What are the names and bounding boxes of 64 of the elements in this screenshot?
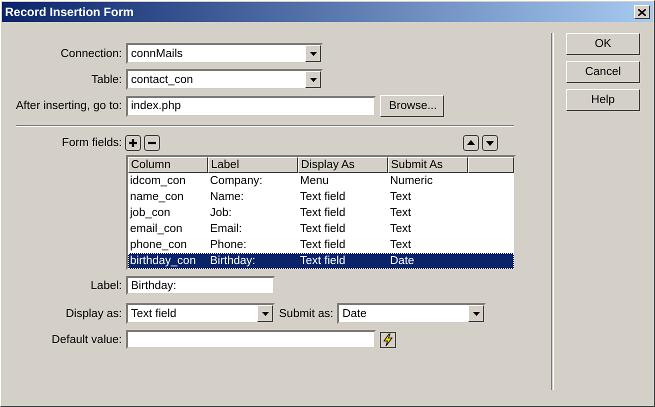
field-label: Table: [90,74,122,86]
table-cell-text: Menu [299,174,330,189]
table-cell-text: Name: [209,190,245,205]
table-cell-text: Job: [209,206,233,221]
table-cell-text: email_con [129,222,184,237]
table-cell-text: Date [389,254,416,269]
table-row[interactable]: name_con Name: Text field Text [128,189,514,205]
table-cell-text: Text field [299,190,346,205]
close-icon [638,8,646,16]
table-cell-text: Text field [299,206,346,221]
table-cell-text: idcom_con [129,174,187,189]
down-triangle-icon [485,138,495,148]
table-cell-text: Text field [299,254,346,269]
table-cell-text: Numeric [389,174,434,189]
table-cell-text: phone_con [129,238,188,253]
dialog-button[interactable]: OK [566,33,640,55]
column-header[interactable]: Submit As [388,157,468,173]
table-cell-text: Phone: [209,238,248,253]
add-button[interactable] [125,135,141,151]
field-label: Label: [90,280,122,292]
plus-icon [128,138,138,148]
table-cell-text: Text [389,190,412,205]
input-field[interactable]: Birthday: [126,276,275,295]
column-header[interactable]: Label [208,157,298,173]
connection-select[interactable]: connMails [126,43,323,64]
close-button[interactable] [634,5,650,19]
input-field[interactable]: index.php [126,96,376,116]
field-label: Form fields: [60,137,122,149]
lightning-icon[interactable] [380,332,396,348]
field-label: Connection: [60,48,122,60]
table-cell-text: Birthday: [209,254,256,269]
remove-button[interactable] [144,135,160,151]
table-cell-text: Text [389,222,412,237]
move-down-button[interactable] [482,135,498,151]
table-row[interactable]: phone_con Phone: Text field Text [128,237,514,253]
dialog-button[interactable]: Cancel [566,61,640,83]
table-cell-text: job_con [128,206,172,221]
table-cell-text: Text field [299,238,346,253]
table-cell-text: Text field [299,222,346,237]
field-label: After inserting, go to: [14,100,122,112]
table-cell-text: name_con [129,190,185,205]
move-up-button[interactable] [463,135,479,151]
table-cell-text: birthday_con [129,254,197,269]
column-header[interactable]: Column [128,157,208,173]
field-label: Default value: [50,334,122,346]
table-row[interactable]: birthday_con Birthday: Text field Date [128,253,514,269]
display-as-select[interactable]: Text field [126,303,275,324]
window-title: Record Insertion Form [5,5,134,19]
table-cell-text: Text [389,206,412,221]
dialog-button[interactable]: Help [566,89,640,111]
table-cell-text: Text [389,238,412,253]
table-select[interactable]: contact_con [126,69,323,90]
input-field[interactable] [126,330,376,349]
field-label: Submit as: [279,308,334,320]
field-label: Display as: [64,308,122,320]
table-row[interactable]: email_con Email: Text field Text [128,221,514,237]
table-row[interactable]: job_con Job: Text field Text [128,205,514,221]
up-triangle-icon [466,138,476,148]
table-cell-text: Email: [209,222,243,237]
table-row[interactable]: idcom_con Company: Menu Numeric [128,173,514,189]
column-header[interactable]: Display As [298,157,388,173]
submit-as-select[interactable]: Date [337,303,486,324]
table-cell-text: Company: [209,174,264,189]
browse-button[interactable]: Browse... [380,95,444,117]
